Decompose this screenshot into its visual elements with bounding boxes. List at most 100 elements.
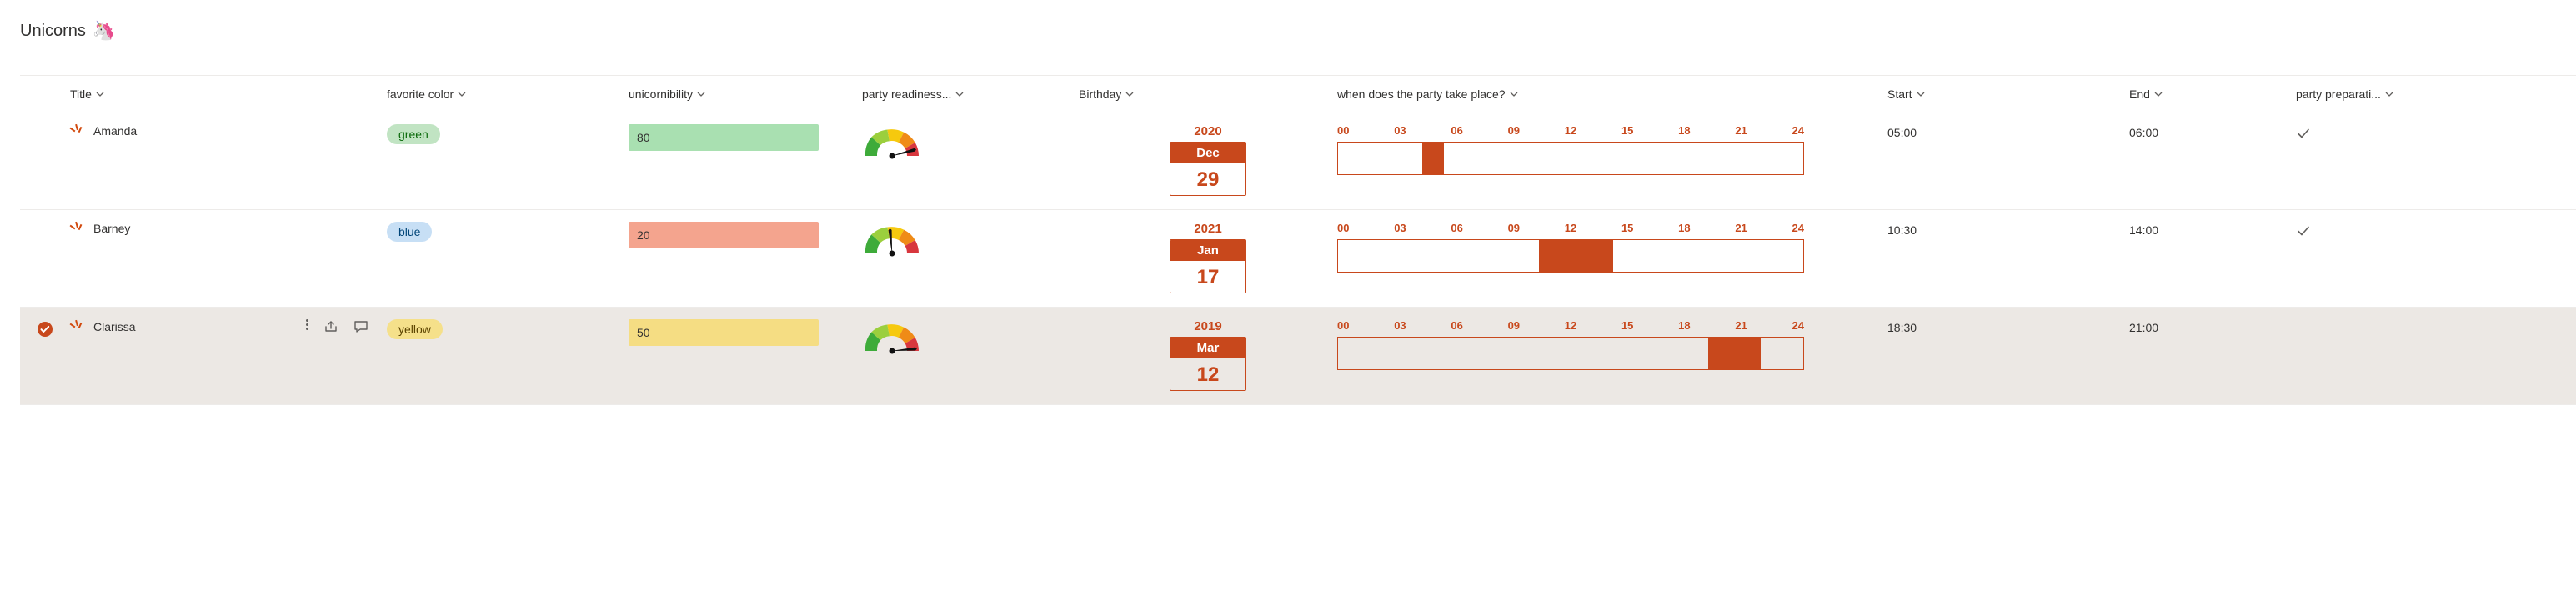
chevron-down-icon (2384, 89, 2394, 99)
unicornibility-value: 20 (629, 222, 819, 248)
birthday-month: Mar (1170, 338, 1245, 358)
column-header-start[interactable]: Start (1887, 88, 2129, 101)
more-icon[interactable] (306, 319, 308, 334)
share-icon[interactable] (323, 319, 338, 334)
color-tag[interactable]: blue (387, 222, 432, 242)
color-tag[interactable]: yellow (387, 319, 443, 339)
timeline-fill (1708, 338, 1761, 369)
end-time: 21:00 (2129, 319, 2296, 334)
row-select-cell[interactable] (20, 124, 70, 126)
timeline: 000306091215182124 (1337, 124, 1804, 175)
item-icon (70, 320, 83, 333)
selected-check-icon (37, 321, 53, 338)
date-card: Dec29 (1170, 142, 1246, 196)
party-prep-cell (2296, 319, 2546, 321)
favorite-color-cell: yellow (387, 319, 629, 339)
page-title: Unicorns 🦄 (20, 20, 2576, 42)
timeline-ticks: 000306091215182124 (1337, 319, 1804, 332)
check-icon (2296, 126, 2311, 141)
column-header-title[interactable]: Title (70, 88, 387, 101)
unicornibility-cell: 20 (629, 222, 862, 248)
timeline: 000306091215182124 (1337, 319, 1804, 370)
start-time: 18:30 (1887, 319, 2129, 334)
color-tag[interactable]: green (387, 124, 440, 144)
timeline-ticks: 000306091215182124 (1337, 124, 1804, 137)
check-icon (2296, 223, 2311, 238)
unicornibility-value: 80 (629, 124, 819, 151)
favorite-color-cell: green (387, 124, 629, 144)
column-header-end[interactable]: End (2129, 88, 2296, 101)
page-title-text: Unicorns (20, 22, 86, 41)
party-readiness-cell (862, 319, 1079, 352)
party-readiness-cell (862, 222, 1079, 255)
chevron-down-icon (95, 89, 105, 99)
date-card: Jan17 (1170, 239, 1246, 293)
party-prep-cell (2296, 222, 2546, 241)
timeline-fill (1422, 142, 1443, 174)
comment-icon[interactable] (353, 319, 368, 334)
timeline-cell: 000306091215182124 (1337, 222, 1887, 272)
birthday-year: 2020 (1194, 124, 1221, 138)
column-header-birthday[interactable]: Birthday (1079, 88, 1337, 101)
chevron-down-icon (1509, 89, 1519, 99)
unicornibility-value: 50 (629, 319, 819, 346)
title-cell: Barney (70, 222, 387, 235)
timeline-ticks: 000306091215182124 (1337, 222, 1804, 234)
item-title[interactable]: Clarissa (93, 320, 136, 333)
timeline-cell: 000306091215182124 (1337, 319, 1887, 370)
birthday-year: 2021 (1194, 222, 1221, 236)
item-icon (70, 124, 83, 138)
timeline-bar[interactable] (1337, 239, 1804, 272)
birthday-year: 2019 (1194, 319, 1221, 333)
party-readiness-cell (862, 124, 1079, 158)
birthday-day: 17 (1170, 261, 1245, 292)
birthday-month: Jan (1170, 240, 1245, 261)
party-prep-cell (2296, 124, 2546, 143)
column-header-party-when[interactable]: when does the party take place? (1337, 88, 1887, 101)
table-row[interactable]: Clarissa yellow 50 2019 Mar12 000306091215182… (20, 308, 2576, 405)
birthday-cell: 2019 Mar12 (1079, 319, 1337, 391)
birthday-cell: 2021 Jan17 (1079, 222, 1337, 293)
chevron-down-icon (457, 89, 467, 99)
unicornibility-cell: 50 (629, 319, 862, 346)
table-header-row: Title favorite color unicornibility part… (20, 76, 2576, 112)
unicorns-table: Title favorite color unicornibility part… (20, 75, 2576, 405)
row-select-cell[interactable] (20, 319, 70, 338)
timeline-fill (1539, 240, 1613, 272)
chevron-down-icon (1916, 89, 1926, 99)
gauge-icon (862, 319, 922, 352)
row-select-cell[interactable] (20, 222, 70, 223)
timeline-bar[interactable] (1337, 337, 1804, 370)
column-header-unicornibility[interactable]: unicornibility (629, 88, 862, 101)
unicornibility-cell: 80 (629, 124, 862, 151)
item-title[interactable]: Amanda (93, 124, 137, 138)
timeline: 000306091215182124 (1337, 222, 1804, 272)
column-header-party-prep[interactable]: party preparati... (2296, 88, 2546, 101)
item-title[interactable]: Barney (93, 222, 130, 235)
birthday-day: 29 (1170, 163, 1245, 195)
item-icon (70, 222, 83, 235)
table-row[interactable]: Barney blue 20 2021 Jan17 000306091215182124 1… (20, 210, 2576, 308)
date-card: Mar12 (1170, 337, 1246, 391)
title-cell: Clarissa (70, 319, 387, 334)
gauge-icon (862, 124, 922, 158)
column-header-favorite-color[interactable]: favorite color (387, 88, 629, 101)
table-row[interactable]: Amanda green 80 2020 Dec29 000306091215182124… (20, 112, 2576, 210)
birthday-cell: 2020 Dec29 (1079, 124, 1337, 196)
column-header-party-readiness[interactable]: party readiness... (862, 88, 1079, 101)
end-time: 06:00 (2129, 124, 2296, 139)
chevron-down-icon (1125, 89, 1135, 99)
birthday-day: 12 (1170, 358, 1245, 390)
gauge-icon (862, 222, 922, 255)
favorite-color-cell: blue (387, 222, 629, 242)
end-time: 14:00 (2129, 222, 2296, 237)
title-cell: Amanda (70, 124, 387, 138)
row-actions (306, 319, 368, 334)
birthday-month: Dec (1170, 142, 1245, 163)
start-time: 05:00 (1887, 124, 2129, 139)
start-time: 10:30 (1887, 222, 2129, 237)
chevron-down-icon (696, 89, 706, 99)
timeline-cell: 000306091215182124 (1337, 124, 1887, 175)
unicorn-icon: 🦄 (93, 20, 115, 42)
timeline-bar[interactable] (1337, 142, 1804, 175)
